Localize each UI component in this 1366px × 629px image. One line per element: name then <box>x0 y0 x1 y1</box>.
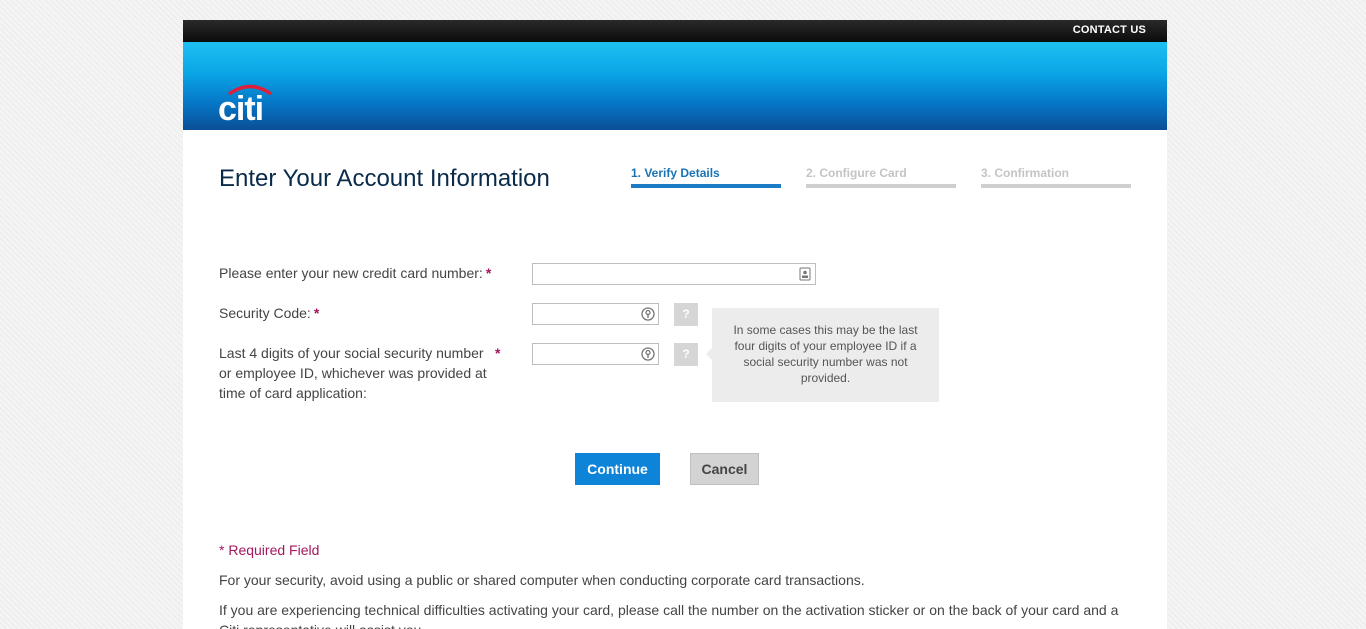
step-configure-card: 2. Configure Card <box>806 166 956 188</box>
card-number-input[interactable] <box>537 265 767 285</box>
step-progress-bar <box>981 184 1131 188</box>
step-label: 1. Verify Details <box>631 166 720 180</box>
citi-logo: citi <box>218 84 273 126</box>
security-notice: For your security, avoid using a public … <box>219 572 865 588</box>
card-number-field[interactable] <box>532 263 816 285</box>
step-label: 2. Configure Card <box>806 166 907 180</box>
ssn-last4-field[interactable] <box>532 343 659 365</box>
ssn-label-line-3: time of card application: <box>219 385 367 401</box>
key-icon <box>641 347 655 361</box>
ssn-last4-label: Last 4 digits of your social security nu… <box>219 343 499 403</box>
required-marker: * <box>313 305 320 321</box>
step-progress-bar <box>806 184 956 188</box>
required-field-note: * Required Field <box>219 542 320 558</box>
top-bar: CONTACT US <box>183 20 1167 42</box>
required-marker: * <box>485 265 492 281</box>
security-code-input[interactable] <box>537 305 641 325</box>
step-progress-bar <box>631 184 781 188</box>
card-number-label-text: Please enter your new credit card number… <box>219 265 483 281</box>
security-code-help-button[interactable]: ? <box>674 303 698 326</box>
security-code-label-text: Security Code: <box>219 305 311 321</box>
support-notice: If you are experiencing technical diffic… <box>219 602 1119 629</box>
step-label: 3. Confirmation <box>981 166 1070 180</box>
page-title: Enter Your Account Information <box>219 165 550 192</box>
contact-card-icon <box>799 267 811 281</box>
key-icon <box>641 307 655 321</box>
required-marker: * <box>495 345 501 361</box>
ssn-label-line-1: Last 4 digits of your social security nu… <box>219 345 484 361</box>
help-tooltip: In some cases this may be the last four … <box>706 308 939 402</box>
ssn-last4-input[interactable] <box>537 345 641 365</box>
header-banner: citi <box>183 42 1167 130</box>
step-confirmation: 3. Confirmation <box>981 166 1131 188</box>
svg-text:citi: citi <box>218 90 263 126</box>
step-verify-details: 1. Verify Details <box>631 166 781 188</box>
card-number-label: Please enter your new credit card number… <box>219 263 491 283</box>
ssn-label-line-2: or employee ID, whichever was provided a… <box>219 365 487 381</box>
ssn-help-button[interactable]: ? <box>674 343 698 366</box>
continue-button[interactable]: Continue <box>575 453 660 485</box>
security-code-label: Security Code: * <box>219 303 319 323</box>
page-container: CONTACT US citi Enter Your Account Infor… <box>183 20 1167 629</box>
cancel-button[interactable]: Cancel <box>690 453 759 485</box>
security-code-field[interactable] <box>532 303 659 325</box>
contact-us-link[interactable]: CONTACT US <box>1073 24 1146 36</box>
